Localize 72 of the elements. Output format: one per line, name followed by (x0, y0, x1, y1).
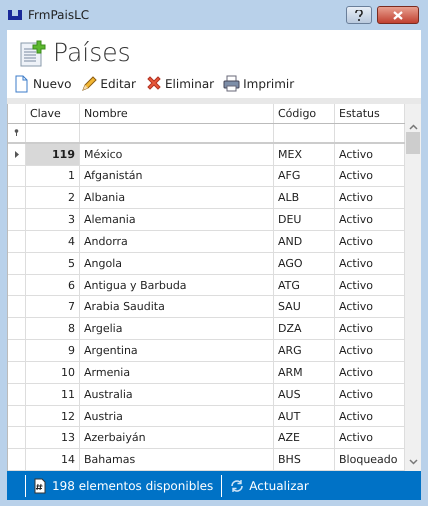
table-cell: Bahamas (80, 449, 274, 470)
scrollbar-thumb[interactable] (406, 132, 420, 154)
table-cell: México (80, 144, 274, 165)
table-cell: AUT (274, 406, 335, 426)
table-cell: 4 (26, 231, 80, 252)
column-header[interactable]: Código (274, 104, 335, 123)
table-cell: 10 (26, 362, 80, 383)
table-cell: AGO (274, 252, 335, 274)
table-cell: Albania (80, 187, 274, 208)
close-icon (393, 10, 403, 20)
table-cell: Argelia (80, 318, 274, 340)
help-button[interactable] (346, 6, 372, 24)
refresh-icon (230, 478, 244, 492)
table-cell: ARG (274, 340, 335, 361)
table-cell: Austria (80, 406, 274, 426)
table-cell: 119 (26, 144, 80, 165)
table-cell: Antigua y Barbuda (80, 274, 274, 296)
table-cell: AND (274, 231, 335, 252)
table-cell: 1 (26, 166, 80, 186)
table-cell: Afganistán (80, 166, 274, 186)
printer-icon (223, 75, 240, 93)
table-cell: AFG (274, 166, 335, 186)
table-cell: Armenia (80, 362, 274, 383)
table-cell: 2 (26, 187, 80, 208)
table-cell: 12 (26, 406, 80, 426)
close-button[interactable] (377, 6, 419, 24)
table-cell: Alemania (80, 209, 274, 230)
column-header[interactable]: Clave (26, 104, 80, 123)
new-button[interactable]: Nuevo (13, 75, 72, 93)
table-cell: AUS (274, 384, 335, 405)
table-cell: Andorra (80, 231, 274, 252)
print-button[interactable]: Imprimir (223, 75, 294, 93)
table-cell: ATG (274, 274, 335, 296)
pencil-icon (80, 75, 98, 93)
refresh-button[interactable]: Actualizar (230, 478, 309, 492)
item-count: 198 elementos disponibles (52, 478, 214, 492)
edit-button[interactable]: Editar (80, 75, 136, 93)
table-cell: Azerbaiyán (80, 427, 274, 448)
help-icon (355, 10, 363, 20)
table-cell: 5 (26, 252, 80, 274)
table-cell: DZA (274, 318, 335, 340)
table-cell: MEX (274, 144, 335, 165)
app-icon (7, 9, 23, 21)
table-cell: ARM (274, 362, 335, 383)
filter-icon (14, 129, 19, 136)
table-cell: SAU (274, 296, 335, 318)
table-cell: 8 (26, 318, 80, 340)
delete-button[interactable]: Eliminar (144, 75, 214, 93)
scroll-up-icon[interactable] (408, 124, 418, 130)
column-header[interactable]: Nombre (80, 104, 274, 123)
table-cell: Argentina (80, 340, 274, 361)
table-cell: 3 (26, 209, 80, 230)
table-cell: Arabia Saudita (80, 296, 274, 318)
table-cell: 6 (26, 274, 80, 296)
table-cell: 13 (26, 427, 80, 448)
document-icon (13, 75, 30, 93)
table-cell: 9 (26, 340, 80, 361)
table-cell: DEU (274, 209, 335, 230)
scroll-down-icon[interactable] (408, 459, 418, 465)
table-cell: AZE (274, 427, 335, 448)
table-cell: 14 (26, 449, 80, 470)
page-title: Países (53, 38, 131, 67)
table-cell: Australia (80, 384, 274, 405)
window-title: FrmPaisLC (28, 8, 90, 22)
table-cell: Angola (80, 252, 274, 274)
row-indicator-icon (14, 150, 18, 158)
table-cell: ALB (274, 187, 335, 208)
table-cell: 11 (26, 384, 80, 405)
table-cell: BHS (274, 449, 335, 470)
table-cell: 7 (26, 296, 80, 318)
hash-document-icon (34, 478, 46, 494)
document-add-icon (19, 38, 47, 66)
